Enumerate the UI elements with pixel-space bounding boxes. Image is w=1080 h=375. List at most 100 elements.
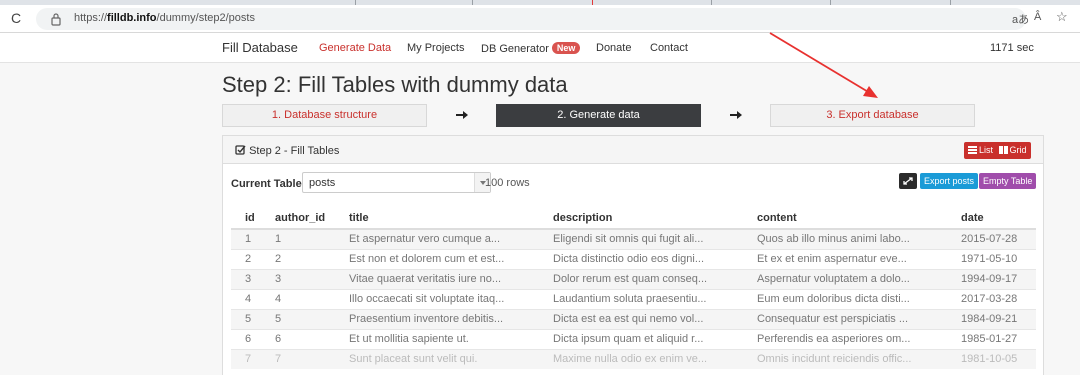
table-cell-description[interactable]: Eligendi sit omnis qui fugit ali... xyxy=(549,228,753,249)
table-cell-description[interactable]: Dicta est ea est qui nemo vol... xyxy=(549,308,753,329)
reload-icon[interactable]: C xyxy=(8,10,24,26)
panel-header: Step 2 - Fill Tables List Grid xyxy=(223,136,1043,164)
nav-generate-data[interactable]: Generate Data xyxy=(319,42,391,54)
table-cell-author-id[interactable]: 4 xyxy=(271,288,345,309)
grid-icon xyxy=(998,146,1008,154)
table-cell-title[interactable]: Et aspernatur vero cumque a... xyxy=(345,228,549,249)
table-cell-content[interactable]: Consequatur est perspiciatis ... xyxy=(753,308,957,329)
view-toggle[interactable]: List Grid xyxy=(964,142,1031,159)
data-table: id author_id title description content d… xyxy=(231,208,1036,369)
table-cell-description[interactable]: Dolor rerum est quam conseq... xyxy=(549,268,753,289)
table-cell-id[interactable]: 1 xyxy=(231,228,271,249)
favorite-star-icon[interactable]: ☆ xyxy=(1056,9,1068,25)
table-cell-content[interactable]: Et ex et enim aspernatur eve... xyxy=(753,248,957,269)
url-field[interactable]: https://filldb.info/dummy/step2/posts xyxy=(36,8,1026,30)
table-cell-title[interactable]: Vitae quaerat veritatis iure no... xyxy=(345,268,549,289)
expand-icon xyxy=(903,177,913,185)
table-row[interactable]: 3 3 Vitae quaerat veritatis iure no... Dolo… xyxy=(231,268,1036,289)
session-timer: 1171 sec xyxy=(990,42,1034,54)
table-cell-date[interactable]: 1981-10-05 xyxy=(957,348,1036,369)
expand-button[interactable] xyxy=(899,173,917,189)
table-cell-description[interactable]: Laudantium soluta praesentiu... xyxy=(549,288,753,309)
url-path: /dummy/step2/posts xyxy=(156,12,255,24)
table-cell-id[interactable]: 2 xyxy=(231,248,271,269)
url-host: filldb.info xyxy=(107,12,157,24)
table-cell-content[interactable]: Perferendis ea asperiores om... xyxy=(753,328,957,349)
panel-title-text: Step 2 - Fill Tables xyxy=(249,145,340,157)
table-body: 1 1 Et aspernatur vero cumque a... Eligendi… xyxy=(231,228,1036,369)
view-list-label[interactable]: List xyxy=(979,145,993,155)
export-table-button[interactable]: Export posts xyxy=(920,173,979,189)
table-row[interactable]: 4 4 Illo occaecati sit voluptate itaq... La… xyxy=(231,288,1036,309)
nav-db-generator[interactable]: DB Generator New xyxy=(481,42,581,55)
view-grid-label[interactable]: Grid xyxy=(1010,145,1027,155)
site-navbar: Fill Database Generate Data My Projects … xyxy=(0,33,1080,63)
table-cell-description[interactable]: Dicta ipsum quam et aliquid r... xyxy=(549,328,753,349)
url-prefix: https:// xyxy=(74,12,108,24)
step-database-structure[interactable]: 1. Database structure xyxy=(222,104,427,127)
col-header-date[interactable]: date xyxy=(957,208,1036,230)
table-cell-description[interactable]: Maxime nulla odio ex enim ve... xyxy=(549,348,753,369)
table-cell-date[interactable]: 1971-05-10 xyxy=(957,248,1036,269)
table-cell-author-id[interactable]: 7 xyxy=(271,348,345,369)
current-table-select[interactable]: posts xyxy=(302,172,491,193)
table-cell-description[interactable]: Dicta distinctio odio eos digni... xyxy=(549,248,753,269)
brand-logo[interactable]: Fill Database xyxy=(222,40,298,55)
rows-count: 100 rows xyxy=(485,177,530,189)
table-row[interactable]: 1 1 Et aspernatur vero cumque a... Eligendi… xyxy=(231,228,1036,249)
current-table-value: posts xyxy=(309,177,336,189)
table-header-row: id author_id title description content d… xyxy=(231,208,1036,230)
table-cell-title[interactable]: Praesentium inventore debitis... xyxy=(345,308,549,329)
table-cell-title[interactable]: Illo occaecati sit voluptate itaq... xyxy=(345,288,549,309)
table-cell-id[interactable]: 7 xyxy=(231,348,271,369)
table-cell-content[interactable]: Quos ab illo minus animi labo... xyxy=(753,228,957,249)
table-row[interactable]: 6 6 Et ut mollitia sapiente ut. Dicta ipsum… xyxy=(231,328,1036,349)
table-cell-author-id[interactable]: 1 xyxy=(271,228,345,249)
table-cell-date[interactable]: 1985-01-27 xyxy=(957,328,1036,349)
table-cell-title[interactable]: Et ut mollitia sapiente ut. xyxy=(345,328,549,349)
arrow-right-icon xyxy=(730,111,742,119)
table-cell-content[interactable]: Aspernatur voluptatem a dolo... xyxy=(753,268,957,289)
lock-icon[interactable] xyxy=(50,12,62,26)
table-cell-title[interactable]: Sunt placeat sunt velit qui. xyxy=(345,348,549,369)
step-export-database[interactable]: 3. Export database xyxy=(770,104,975,127)
col-header-description[interactable]: description xyxy=(549,208,753,230)
translate-icon[interactable]: aあ xyxy=(1012,11,1029,27)
table-row[interactable]: 7 7 Sunt placeat sunt velit qui. Maxime nul… xyxy=(231,348,1036,369)
page-title: Step 2: Fill Tables with dummy data xyxy=(222,72,568,97)
table-cell-title[interactable]: Est non et dolorem cum et est... xyxy=(345,248,549,269)
table-cell-id[interactable]: 4 xyxy=(231,288,271,309)
read-aloud-icon[interactable]: Â xyxy=(1034,11,1041,23)
panel-title: Step 2 - Fill Tables xyxy=(235,144,339,157)
table-cell-author-id[interactable]: 6 xyxy=(271,328,345,349)
nav-donate[interactable]: Donate xyxy=(596,42,631,54)
empty-table-button[interactable]: Empty Table xyxy=(979,173,1037,189)
table-cell-id[interactable]: 3 xyxy=(231,268,271,289)
table-cell-content[interactable]: Omnis incidunt reiciendis offic... xyxy=(753,348,957,369)
col-header-id[interactable]: id xyxy=(231,208,271,230)
list-icon xyxy=(968,146,977,154)
table-cell-date[interactable]: 1984-09-21 xyxy=(957,308,1036,329)
table-cell-id[interactable]: 6 xyxy=(231,328,271,349)
step-generate-data[interactable]: 2. Generate data xyxy=(496,104,701,127)
table-cell-date[interactable]: 2017-03-28 xyxy=(957,288,1036,309)
edit-check-icon xyxy=(235,145,246,155)
col-header-title[interactable]: title xyxy=(345,208,549,230)
table-cell-author-id[interactable]: 2 xyxy=(271,248,345,269)
table-row[interactable]: 2 2 Est non et dolorem cum et est... Dicta … xyxy=(231,248,1036,269)
nav-contact[interactable]: Contact xyxy=(650,42,688,54)
nav-my-projects[interactable]: My Projects xyxy=(407,42,464,54)
url-text[interactable]: https://filldb.info/dummy/step2/posts xyxy=(74,12,255,24)
arrow-right-icon xyxy=(456,111,468,119)
table-cell-content[interactable]: Eum eum doloribus dicta disti... xyxy=(753,288,957,309)
table-cell-date[interactable]: 2015-07-28 xyxy=(957,228,1036,249)
table-cell-date[interactable]: 1994-09-17 xyxy=(957,268,1036,289)
col-header-content[interactable]: content xyxy=(753,208,957,230)
new-badge: New xyxy=(551,42,581,54)
table-cell-author-id[interactable]: 3 xyxy=(271,268,345,289)
col-header-author-id[interactable]: author_id xyxy=(271,208,345,230)
nav-db-generator-label: DB Generator xyxy=(481,43,549,55)
table-cell-author-id[interactable]: 5 xyxy=(271,308,345,329)
table-cell-id[interactable]: 5 xyxy=(231,308,271,329)
table-row[interactable]: 5 5 Praesentium inventore debitis... Dicta … xyxy=(231,308,1036,329)
